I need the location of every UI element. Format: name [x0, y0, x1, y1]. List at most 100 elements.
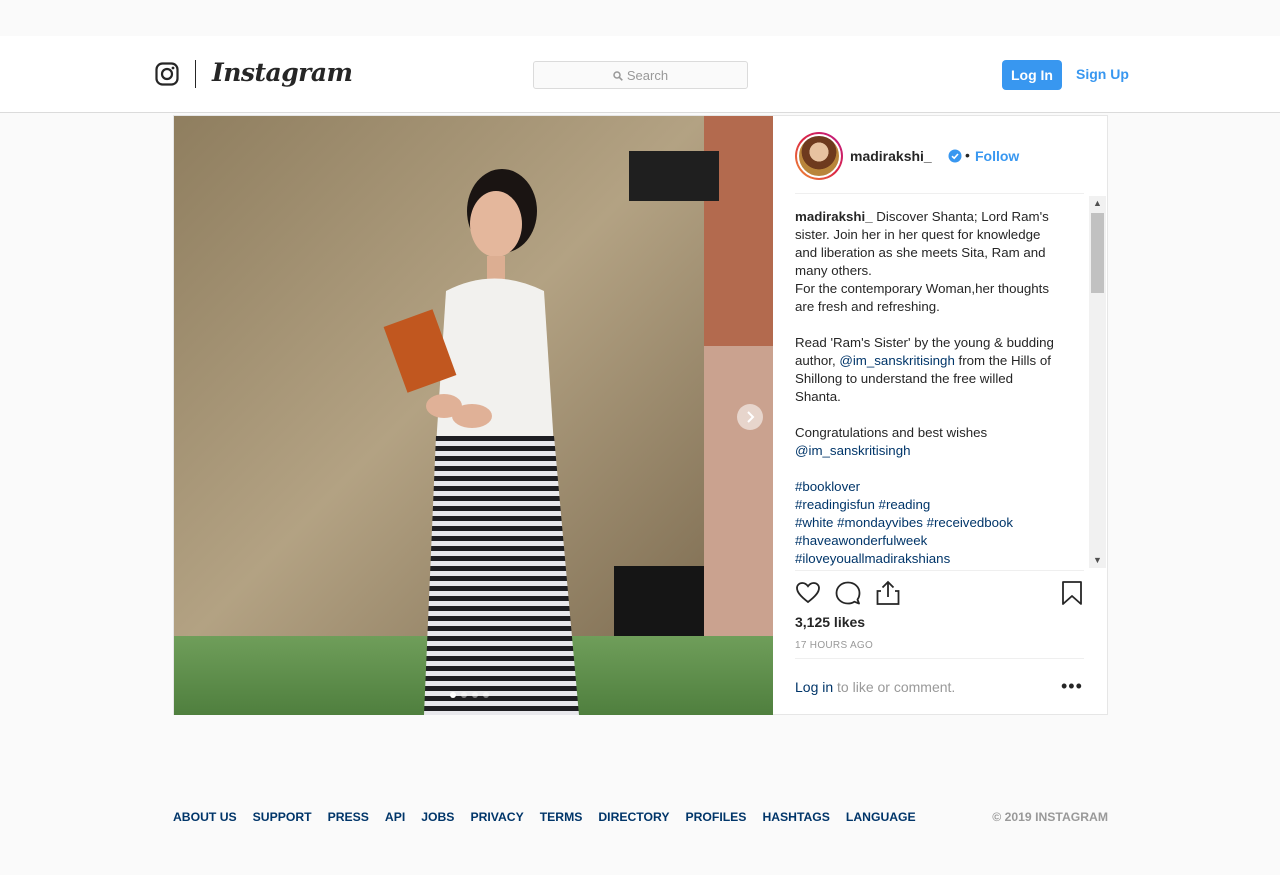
post-timestamp[interactable]: 17 HOURS AGO — [795, 640, 873, 651]
caption-line: For the contemporary Woman,her thoughts — [795, 280, 1067, 298]
caption-line — [795, 460, 1067, 478]
caption-line: #booklover — [795, 478, 1067, 496]
caption-line: many others. — [795, 262, 1067, 280]
hashtag-link[interactable]: #receivedbook — [927, 515, 1014, 530]
caption-text: Congratulations and best wishes — [795, 425, 988, 440]
caption-line: and liberation as she meets Sita, Ram an… — [795, 244, 1067, 262]
hashtag-link[interactable]: #iloveyouallmadirakshians — [795, 551, 950, 566]
post-header: madirakshi_ • Follow — [795, 132, 1084, 194]
likes-count[interactable]: 3,125 likes — [795, 614, 865, 630]
caption-text: Shanta. — [795, 389, 841, 404]
caption-text: Discover Shanta; Lord Ram's — [872, 209, 1049, 224]
caption-text: and liberation as she meets Sita, Ram an… — [795, 245, 1046, 260]
instagram-camera-icon[interactable] — [155, 62, 179, 86]
caption-scroll-area[interactable]: madirakshi_ Discover Shanta; Lord Ram's s… — [795, 196, 1095, 568]
caption-line: #readingisfun #reading — [795, 496, 1067, 514]
instagram-wordmark[interactable]: Instagram — [212, 58, 353, 87]
hashtag-link[interactable]: #haveawonderfulweek — [795, 533, 927, 548]
caption-username[interactable]: madirakshi_ — [795, 209, 873, 224]
caption-line: Congratulations and best wishes — [795, 424, 1067, 442]
scrollbar-thumb[interactable] — [1091, 213, 1104, 293]
post-caption: madirakshi_ Discover Shanta; Lord Ram's s… — [795, 208, 1067, 568]
carousel-next-button[interactable] — [737, 404, 763, 430]
post-actions — [795, 580, 1084, 610]
hashtag-link[interactable]: #mondayvibes — [837, 515, 923, 530]
footer-link-about-us[interactable]: ABOUT US — [173, 810, 237, 824]
caption-line: madirakshi_ Discover Shanta; Lord Ram's — [795, 208, 1067, 226]
hashtag-link[interactable]: #white — [795, 515, 833, 530]
logo-divider — [195, 60, 196, 88]
caption-text: Read 'Ram's Sister' by the young & buddi… — [795, 335, 1054, 350]
login-prompt: Log in to like or comment. — [795, 679, 955, 695]
more-options-icon[interactable]: ••• — [1061, 677, 1083, 695]
search-input[interactable]: Search — [533, 61, 748, 89]
avatar-image — [797, 134, 841, 178]
post-photo[interactable] — [174, 116, 773, 715]
divider — [795, 570, 1084, 571]
caption-text: sister. Join her in her quest for knowle… — [795, 227, 1041, 242]
carousel-dot — [483, 692, 489, 698]
footer-link-directory[interactable]: DIRECTORY — [598, 810, 669, 824]
footer-link-privacy[interactable]: PRIVACY — [470, 810, 523, 824]
footer-link-profiles[interactable]: PROFILES — [685, 810, 746, 824]
caption-line: Shanta. — [795, 388, 1067, 406]
caption-line: #iloveyouallmadirakshians — [795, 550, 1067, 568]
footer-link-language[interactable]: LANGUAGE — [846, 810, 916, 824]
search-icon — [613, 71, 623, 81]
footer-link-api[interactable]: API — [385, 810, 405, 824]
top-navigation-bar: Instagram Search Log In Sign Up — [0, 36, 1280, 113]
separator-dot: • — [965, 147, 970, 163]
share-icon[interactable] — [875, 580, 901, 606]
footer: ABOUT US SUPPORT PRESS API JOBS PRIVACY TERMS D… — [173, 810, 1108, 830]
caption-text: For the contemporary Woman,her thoughts — [795, 281, 1049, 296]
caption-text: author, — [795, 353, 840, 368]
footer-link-support[interactable]: SUPPORT — [253, 810, 312, 824]
footer-link-terms[interactable]: TERMS — [540, 810, 583, 824]
bookmark-icon[interactable] — [1059, 580, 1085, 606]
mention-link[interactable]: @im_sanskritisingh — [839, 353, 954, 368]
footer-link-jobs[interactable]: JOBS — [421, 810, 454, 824]
caption-line: author, @im_sanskritisingh from the Hill… — [795, 352, 1067, 370]
caption-line — [795, 316, 1067, 334]
verified-badge-icon — [948, 149, 962, 163]
search-placeholder: Search — [626, 68, 669, 83]
caption-line: sister. Join her in her quest for knowle… — [795, 226, 1067, 244]
log-in-link[interactable]: Log in — [795, 679, 833, 695]
caption-text: are fresh and refreshing. — [795, 299, 940, 314]
mention-link[interactable]: @im_sanskritisingh — [795, 443, 910, 458]
comment-icon[interactable] — [835, 580, 861, 606]
caption-scrollbar[interactable]: ▲ ▼ — [1089, 196, 1106, 568]
caption-line: Read 'Ram's Sister' by the young & buddi… — [795, 334, 1067, 352]
caption-line: #white #mondayvibes #receivedbook — [795, 514, 1067, 532]
post-card: madirakshi_ • Follow madirakshi_ Discove… — [173, 115, 1108, 715]
chevron-right-icon — [747, 411, 755, 423]
divider — [795, 658, 1084, 659]
post-sidebar: madirakshi_ • Follow madirakshi_ Discove… — [773, 116, 1108, 715]
log-in-button[interactable]: Log In — [1002, 60, 1062, 90]
follow-button[interactable]: Follow — [975, 148, 1019, 164]
caption-line: #haveawonderfulweek — [795, 532, 1067, 550]
caption-text: many others. — [795, 263, 872, 278]
footer-link-hashtags[interactable]: HASHTAGS — [762, 810, 829, 824]
post-username[interactable]: madirakshi_ — [850, 148, 932, 164]
post-photo-image — [174, 116, 773, 715]
footer-links: ABOUT US SUPPORT PRESS API JOBS PRIVACY TERMS D… — [173, 810, 916, 824]
scroll-up-arrow-icon[interactable]: ▲ — [1089, 196, 1106, 211]
avatar[interactable] — [795, 132, 843, 180]
heart-icon[interactable] — [795, 580, 821, 606]
caption-text: Shillong to understand the free willed — [795, 371, 1014, 386]
hashtag-link[interactable]: #booklover — [795, 479, 860, 494]
sign-up-link[interactable]: Sign Up — [1076, 66, 1129, 82]
caption-line: Shillong to understand the free willed — [795, 370, 1067, 388]
scroll-down-arrow-icon[interactable]: ▼ — [1089, 553, 1106, 568]
login-prompt-text: to like or comment. — [833, 679, 956, 695]
footer-link-press[interactable]: PRESS — [328, 810, 369, 824]
carousel-dot — [461, 692, 467, 698]
caption-line: @im_sanskritisingh — [795, 442, 1067, 460]
caption-line — [795, 406, 1067, 424]
hashtag-link[interactable]: #reading — [879, 497, 931, 512]
carousel-dot — [450, 692, 456, 698]
caption-line: are fresh and refreshing. — [795, 298, 1067, 316]
hashtag-link[interactable]: #readingisfun — [795, 497, 875, 512]
caption-text: from the Hills of — [954, 353, 1051, 368]
